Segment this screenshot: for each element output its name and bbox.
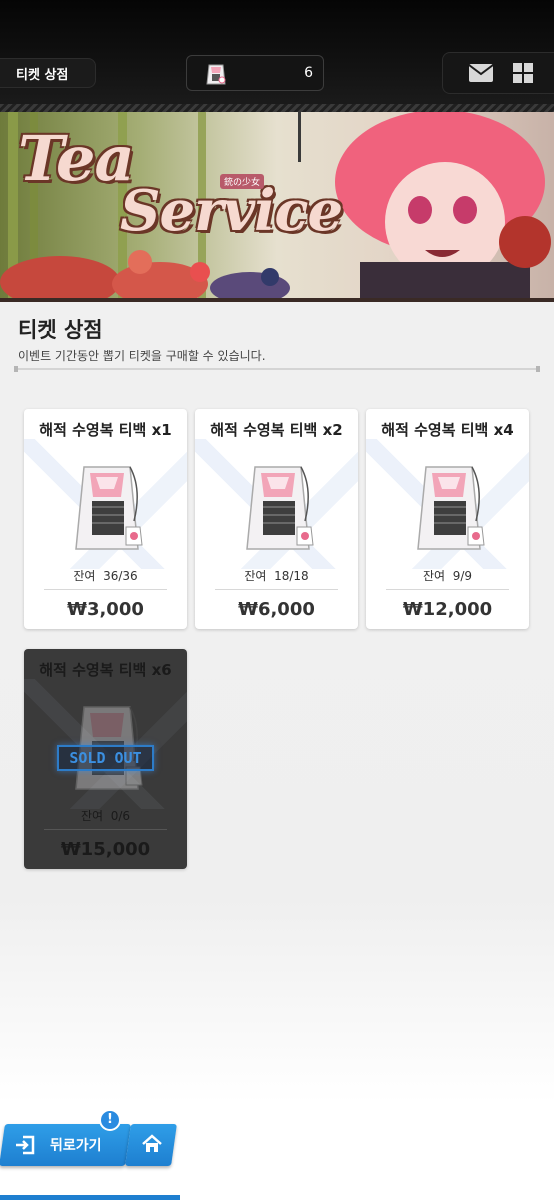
stock-text: 잔여 9/9 [366, 567, 529, 584]
exit-icon [16, 1135, 35, 1155]
product-card-sold-out: 해적 수영복 티백 x6 SOLD OUT 잔여 0/6 ₩15,000 [24, 649, 187, 869]
stock-label: 잔여 [73, 569, 96, 583]
tea-bag-icon [75, 466, 143, 550]
stock-label: 잔여 [422, 569, 446, 583]
top-right-menu [442, 52, 554, 94]
shop-tab[interactable]: 티켓 상점 [0, 58, 96, 88]
card-divider [44, 829, 167, 830]
product-price: ₩3,000 [67, 599, 144, 620]
product-card[interactable]: 해적 수영복 티백 x2 잔여 18/18 ₩6,000 [195, 409, 358, 629]
stock-value: 18/18 [274, 569, 309, 583]
banner-subtitle: 銃の少女 [220, 174, 265, 189]
ticket-counter: 6 [186, 55, 324, 91]
stock-text: 잔여 18/18 [195, 567, 358, 584]
stock-text: 잔여 0/6 [24, 807, 187, 824]
back-button-label: 뒤로가기 [50, 1138, 102, 1154]
page-title: 티켓 상점 [18, 318, 103, 342]
grid-menu-icon[interactable] [513, 63, 533, 83]
product-title: 해적 수영복 티백 x4 [381, 421, 514, 439]
stock-value: 0/6 [110, 809, 131, 823]
stock-value: 9/9 [452, 569, 473, 583]
stock-label: 잔여 [80, 809, 104, 823]
card-divider [44, 589, 167, 590]
mail-icon[interactable] [468, 63, 494, 83]
product-title: 해적 수영복 티백 x6 [39, 661, 172, 679]
banner-title-line1: Tea [18, 122, 135, 195]
ticket-bag-icon [206, 64, 226, 85]
shop-tab-label: 티켓 상점 [16, 67, 69, 83]
product-price: ₩12,000 [402, 599, 493, 620]
bottom-strip [0, 1195, 180, 1200]
top-bar-stripe [0, 104, 554, 112]
product-card[interactable]: 해적 수영복 티백 x1 잔여 36/36 ₩3,000 [24, 409, 187, 629]
card-divider [386, 589, 509, 590]
product-title: 해적 수영복 티백 x1 [39, 421, 172, 439]
sold-out-stamp: SOLD OUT [57, 745, 154, 771]
page-description: 이벤트 기간동안 뽑기 티켓을 구매할 수 있습니다. [18, 349, 266, 363]
tea-bag-icon [246, 466, 314, 550]
product-card[interactable]: 해적 수영복 티백 x4 잔여 9/9 ₩12,000 [366, 409, 529, 629]
stock-text: 잔여 36/36 [24, 567, 187, 584]
event-banner[interactable]: Tea Service 銃の少女 [0, 112, 554, 302]
ticket-count: 6 [304, 65, 313, 81]
stock-value: 36/36 [103, 569, 138, 583]
product-price: ₩15,000 [60, 839, 151, 860]
product-price: ₩6,000 [238, 599, 315, 620]
product-title: 해적 수영복 티백 x2 [210, 421, 343, 439]
card-divider [215, 589, 338, 590]
alert-badge: ! [99, 1109, 121, 1131]
section-divider [14, 366, 540, 372]
tea-bag-icon [417, 466, 485, 550]
home-icon[interactable] [141, 1133, 163, 1155]
stock-label: 잔여 [244, 569, 267, 583]
